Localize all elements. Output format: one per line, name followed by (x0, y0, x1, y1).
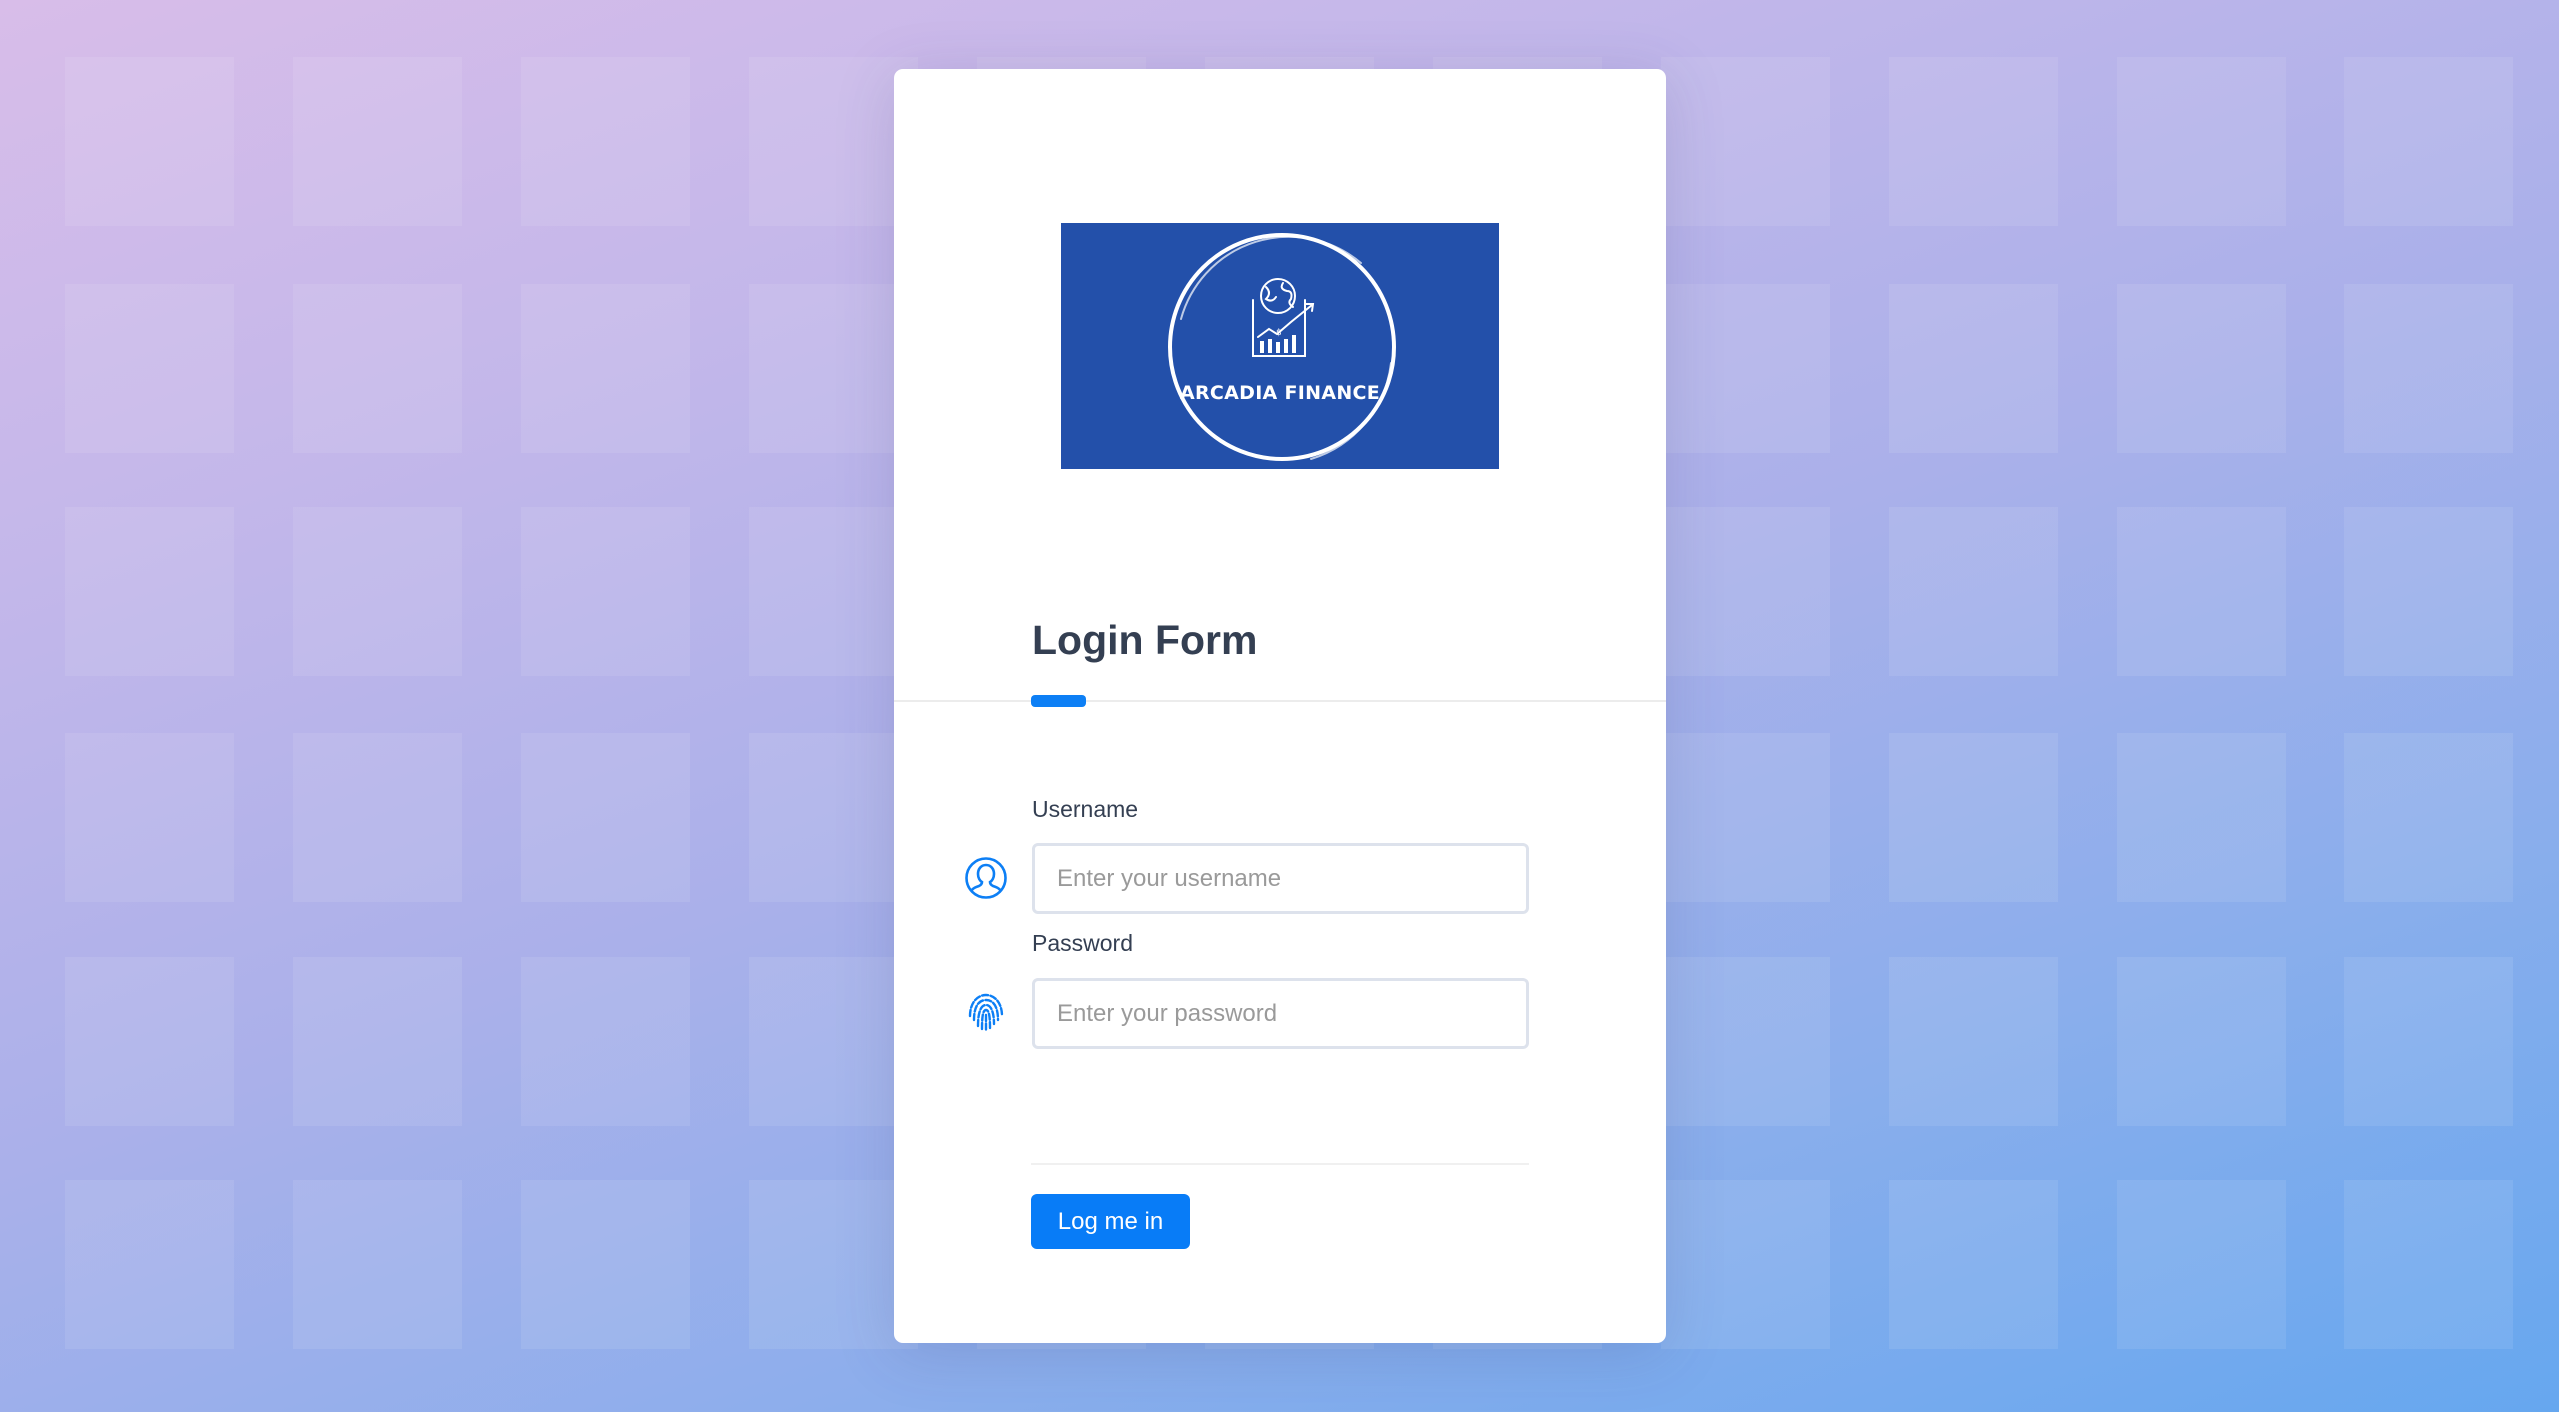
logo-wordmark: ARCADIA FINANCE (1179, 382, 1381, 404)
background-tile (2344, 284, 2513, 453)
background-tile (2117, 284, 2286, 453)
background-tile (2344, 57, 2513, 226)
background-tile (521, 733, 690, 902)
background-tile (65, 1180, 234, 1349)
background-tile (2344, 957, 2513, 1126)
title-accent-bar (1031, 695, 1086, 707)
password-input[interactable] (1032, 978, 1529, 1049)
background-tile (2117, 507, 2286, 676)
background-tile (2117, 57, 2286, 226)
background-tile (2344, 507, 2513, 676)
background-tile (1889, 957, 2058, 1126)
background-tile (749, 733, 918, 902)
background-tile (2117, 957, 2286, 1126)
background-tile (293, 733, 462, 902)
background-tile (1661, 57, 1830, 226)
background-tile (1661, 957, 1830, 1126)
title-divider (894, 700, 1666, 702)
background-tile (65, 284, 234, 453)
svg-text:$: $ (1276, 328, 1282, 338)
background-tile (1661, 507, 1830, 676)
background-tile (521, 284, 690, 453)
background-tile (293, 57, 462, 226)
background-tile (1889, 1180, 2058, 1349)
password-label: Password (1032, 930, 1133, 956)
background-tile (521, 57, 690, 226)
background-tile (1661, 284, 1830, 453)
background-tile (521, 507, 690, 676)
background-tile (1661, 1180, 1830, 1349)
background-tile (2117, 733, 2286, 902)
background-tile (1889, 57, 2058, 226)
logo-ring (1168, 233, 1396, 461)
username-label: Username (1032, 796, 1139, 822)
background-tile (1889, 507, 2058, 676)
background-tile (749, 507, 918, 676)
background-tile (2344, 1180, 2513, 1349)
background-tile (2117, 1180, 2286, 1349)
login-button[interactable]: Log me in (1031, 1194, 1190, 1249)
background-tile (521, 1180, 690, 1349)
form-footer-divider (1031, 1163, 1529, 1165)
background-tile (65, 57, 234, 226)
background-tile (749, 284, 918, 453)
login-card: $ ARCADIA FINANCE Login Form Username Pa… (894, 69, 1666, 1343)
background-tile (65, 733, 234, 902)
background-tile (749, 57, 918, 226)
page-title: Login Form (1032, 617, 1258, 663)
arcadia-finance-logo: $ ARCADIA FINANCE (1061, 223, 1499, 469)
background-tile (749, 957, 918, 1126)
background-tile (1889, 284, 2058, 453)
background-tile (749, 1180, 918, 1349)
background-tile (293, 957, 462, 1126)
background-tile (293, 284, 462, 453)
fingerprint-icon (964, 990, 1008, 1034)
username-input[interactable] (1032, 843, 1529, 914)
background-tile (65, 507, 234, 676)
background-tile (293, 507, 462, 676)
background-tile (65, 957, 234, 1126)
logo-emblem: $ (1168, 233, 1396, 461)
user-circle-icon (964, 856, 1008, 900)
background-tile (2344, 733, 2513, 902)
background-tile (521, 957, 690, 1126)
background-tile (1889, 733, 2058, 902)
background-tile (293, 1180, 462, 1349)
background-tile (1661, 733, 1830, 902)
